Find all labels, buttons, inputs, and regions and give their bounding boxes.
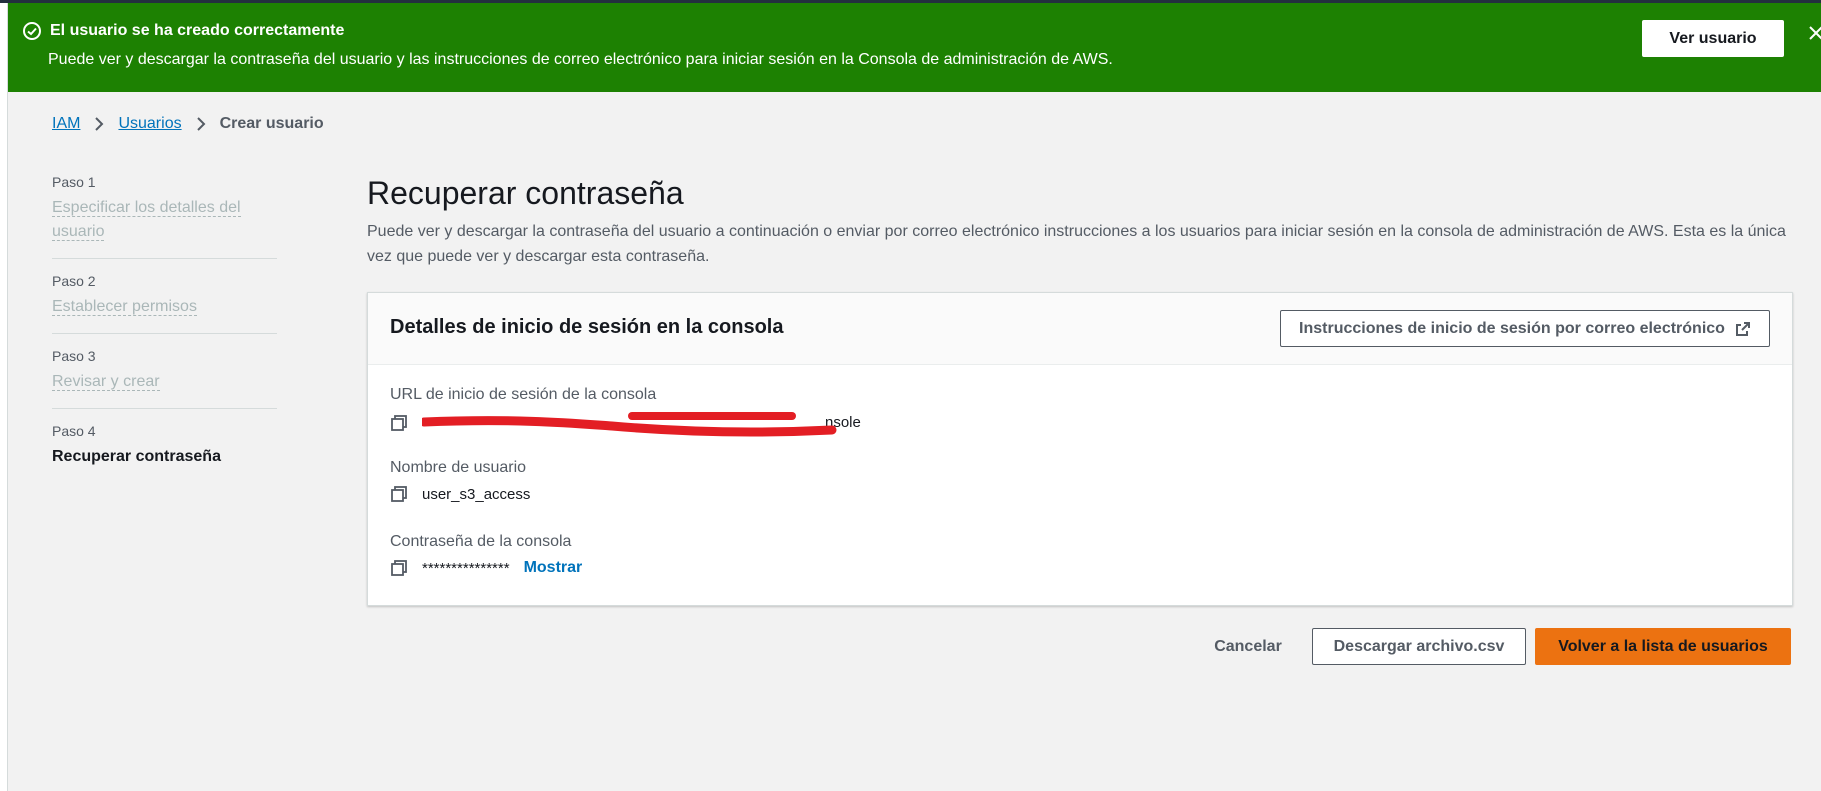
- console-url-field: URL de inicio de sesión de la consola ns…: [390, 386, 862, 437]
- flash-message: Puede ver y descargar la contraseña del …: [48, 51, 1113, 68]
- email-instructions-label: Instrucciones de inicio de sesión por co…: [1299, 319, 1725, 337]
- step-label[interactable]: Especificar los detalles del usuario: [52, 196, 277, 244]
- wizard-step-3: Paso 3 Revisar y crear: [52, 348, 277, 409]
- breadcrumb-current: Crear usuario: [219, 115, 324, 132]
- left-edge: [0, 3, 8, 791]
- cancel-button[interactable]: Cancelar: [1200, 628, 1296, 665]
- breadcrumb: IAM Usuarios Crear usuario: [52, 115, 324, 133]
- wizard-step-1: Paso 1 Especificar los detalles del usua…: [52, 174, 277, 259]
- password-field: Contraseña de la consola ***************…: [390, 533, 582, 577]
- breadcrumb-iam[interactable]: IAM: [52, 115, 80, 133]
- username-field: Nombre de usuario user_s3_access: [390, 459, 530, 503]
- username-value: user_s3_access: [422, 485, 531, 503]
- wizard-steps: Paso 1 Especificar los detalles del usua…: [52, 174, 277, 497]
- username-label: Nombre de usuario: [390, 459, 527, 476]
- redacted-url: nsole: [422, 412, 862, 437]
- copy-icon[interactable]: [390, 414, 408, 432]
- step-label[interactable]: Establecer permisos: [52, 295, 277, 319]
- view-user-button[interactable]: Ver usuario: [1642, 20, 1784, 57]
- flash-title: El usuario se ha creado correctamente: [50, 22, 345, 39]
- external-link-icon: [1735, 321, 1750, 336]
- step-number: Paso 2: [52, 273, 96, 289]
- console-url-label: URL de inicio de sesión de la consola: [390, 386, 657, 403]
- password-value: ***************: [422, 559, 510, 577]
- close-icon[interactable]: [1806, 23, 1821, 43]
- check-circle-icon: [23, 22, 41, 40]
- chevron-right-icon: [95, 117, 104, 131]
- flash-title-row: El usuario se ha creado correctamente: [22, 21, 344, 41]
- page-title: Recuperar contraseña: [367, 175, 684, 211]
- step-number: Paso 4: [52, 423, 96, 439]
- copy-icon[interactable]: [390, 485, 408, 503]
- username-value-row: user_s3_access: [390, 485, 530, 503]
- console-login-details-panel: Detalles de inicio de sesión en la conso…: [367, 292, 1793, 606]
- password-value-row: *************** Mostrar: [390, 559, 582, 577]
- show-password-link[interactable]: Mostrar: [524, 559, 583, 577]
- download-csv-button[interactable]: Descargar archivo.csv: [1312, 628, 1526, 665]
- panel-title: Detalles de inicio de sesión en la conso…: [390, 316, 784, 338]
- breadcrumb-users[interactable]: Usuarios: [118, 115, 181, 133]
- back-to-users-button[interactable]: Volver a la lista de usuarios: [1535, 628, 1791, 665]
- email-instructions-button[interactable]: Instrucciones de inicio de sesión por co…: [1280, 310, 1770, 347]
- step-number: Paso 1: [52, 174, 96, 190]
- success-flash-banner: El usuario se ha creado correctamente Pu…: [8, 3, 1821, 92]
- step-label[interactable]: Revisar y crear: [52, 370, 277, 394]
- chevron-right-icon: [196, 117, 206, 131]
- copy-icon[interactable]: [390, 559, 408, 577]
- password-label: Contraseña de la consola: [390, 533, 572, 550]
- redaction-scribble: [422, 412, 837, 437]
- console-url-value-row: nsole: [390, 412, 862, 437]
- wizard-step-4: Paso 4 Recuperar contraseña: [52, 423, 277, 483]
- page-description: Puede ver y descargar la contraseña del …: [367, 223, 1786, 265]
- wizard-step-2: Paso 2 Establecer permisos: [52, 273, 277, 334]
- step-label-active: Recuperar contraseña: [52, 448, 221, 465]
- panel-header: Detalles de inicio de sesión en la conso…: [368, 293, 1792, 365]
- step-number: Paso 3: [52, 348, 96, 364]
